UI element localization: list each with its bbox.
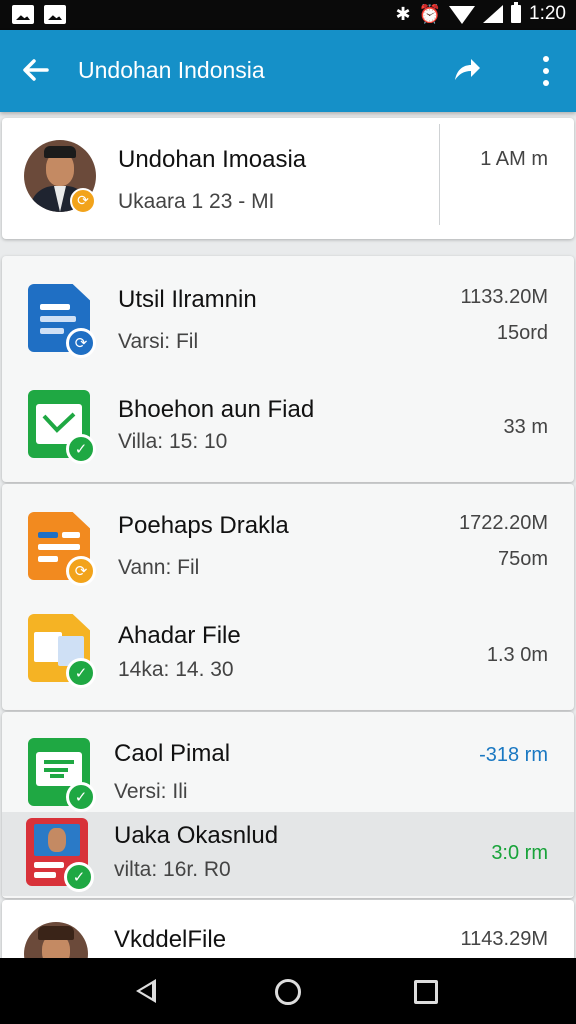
file-time: -318 rm <box>479 744 548 766</box>
file-time: 15ord <box>496 322 548 344</box>
status-time: 1:20 <box>529 3 566 24</box>
back-arrow-icon[interactable] <box>18 53 52 87</box>
list-item-selected[interactable]: ✓ Uaka Okasnlud vilta: 16r. R0 3:0 rm <box>2 812 574 896</box>
status-bar: ✱ ⏰ 1:20 <box>0 0 576 30</box>
file-time: 1.3 0m <box>486 644 548 666</box>
divider <box>439 124 440 225</box>
file-time: 33 m <box>503 416 548 438</box>
file-size: 1143.29M <box>460 928 548 950</box>
file-time: 75om <box>497 548 548 570</box>
check-badge-icon: ✓ <box>66 434 96 464</box>
profile-name: Undohan Imoasia <box>118 146 307 173</box>
folder-icon: ✓ <box>28 614 96 688</box>
nav-recents-icon[interactable] <box>414 980 438 1004</box>
file-title: Ahadar File <box>118 622 241 649</box>
file-size: 1133.20M <box>460 286 548 308</box>
check-badge-icon: ✓ <box>66 782 96 812</box>
file-title: VkddelFile <box>114 926 227 953</box>
check-badge-icon: ✓ <box>64 862 94 892</box>
nav-home-icon[interactable] <box>275 979 301 1005</box>
document-icon: ⟳ <box>28 284 96 358</box>
wifi-icon <box>449 6 476 24</box>
file-title: Utsil Ilramnin <box>118 286 257 313</box>
file-title: Poehaps Drakla <box>118 512 289 539</box>
file-size: 1722.20M <box>459 512 548 534</box>
sync-badge-icon: ⟳ <box>70 188 96 214</box>
sheet-icon: ✓ <box>28 738 96 812</box>
app-bar: Undohan Indonsia <box>0 30 576 112</box>
file-title: Uaka Okasnlud <box>114 822 279 849</box>
file-subtitle: Villa: 15: 10 <box>118 430 228 453</box>
more-vert-icon[interactable] <box>538 56 554 86</box>
signal-icon <box>483 5 504 23</box>
file-subtitle: Varsi: Fil <box>118 330 199 353</box>
nav-back-icon[interactable] <box>136 979 156 1003</box>
file-title: Bhoehon aun Fiad <box>118 396 315 423</box>
file-time: 3:0 rm <box>491 842 548 864</box>
gallery-icon <box>12 5 34 24</box>
sync-badge-icon: ⟳ <box>66 556 96 586</box>
check-badge-icon: ✓ <box>66 658 96 688</box>
alarm-icon: ⏰ <box>418 3 442 25</box>
file-group-1: ⟳ Utsil Ilramnin Varsi: Fil 1133.20M 15o… <box>2 256 574 482</box>
file-subtitle: Vann: Fil <box>118 556 200 579</box>
app-bar-title: Undohan Indonsia <box>78 57 265 83</box>
sheet-icon: ✓ <box>28 390 96 464</box>
image-doc-icon: ✓ <box>26 818 94 892</box>
battery-icon <box>511 2 522 23</box>
file-group-2: ⟳ Poehaps Drakla Vann: Fil 1722.20M 75om… <box>2 484 574 710</box>
file-subtitle: vilta: 16r. R0 <box>114 858 231 881</box>
profile-meta: 1 AM m <box>480 148 548 170</box>
bluetooth-icon: ✱ <box>395 3 411 25</box>
file-title: Caol Pimal <box>114 740 231 767</box>
profile-card[interactable]: ⟳ Undohan Imoasia Ukaara 1 23 - MI 1 AM … <box>2 118 574 239</box>
slides-icon: ⟳ <box>28 512 96 586</box>
app-icon <box>44 5 66 24</box>
share-icon[interactable] <box>452 54 482 92</box>
file-subtitle: 14ka: 14. 30 <box>118 658 234 681</box>
navigation-bar <box>0 958 576 1024</box>
file-subtitle: Versi: Ili <box>114 780 188 803</box>
profile-subtitle: Ukaara 1 23 - MI <box>118 190 275 213</box>
sync-badge-icon: ⟳ <box>66 328 96 358</box>
